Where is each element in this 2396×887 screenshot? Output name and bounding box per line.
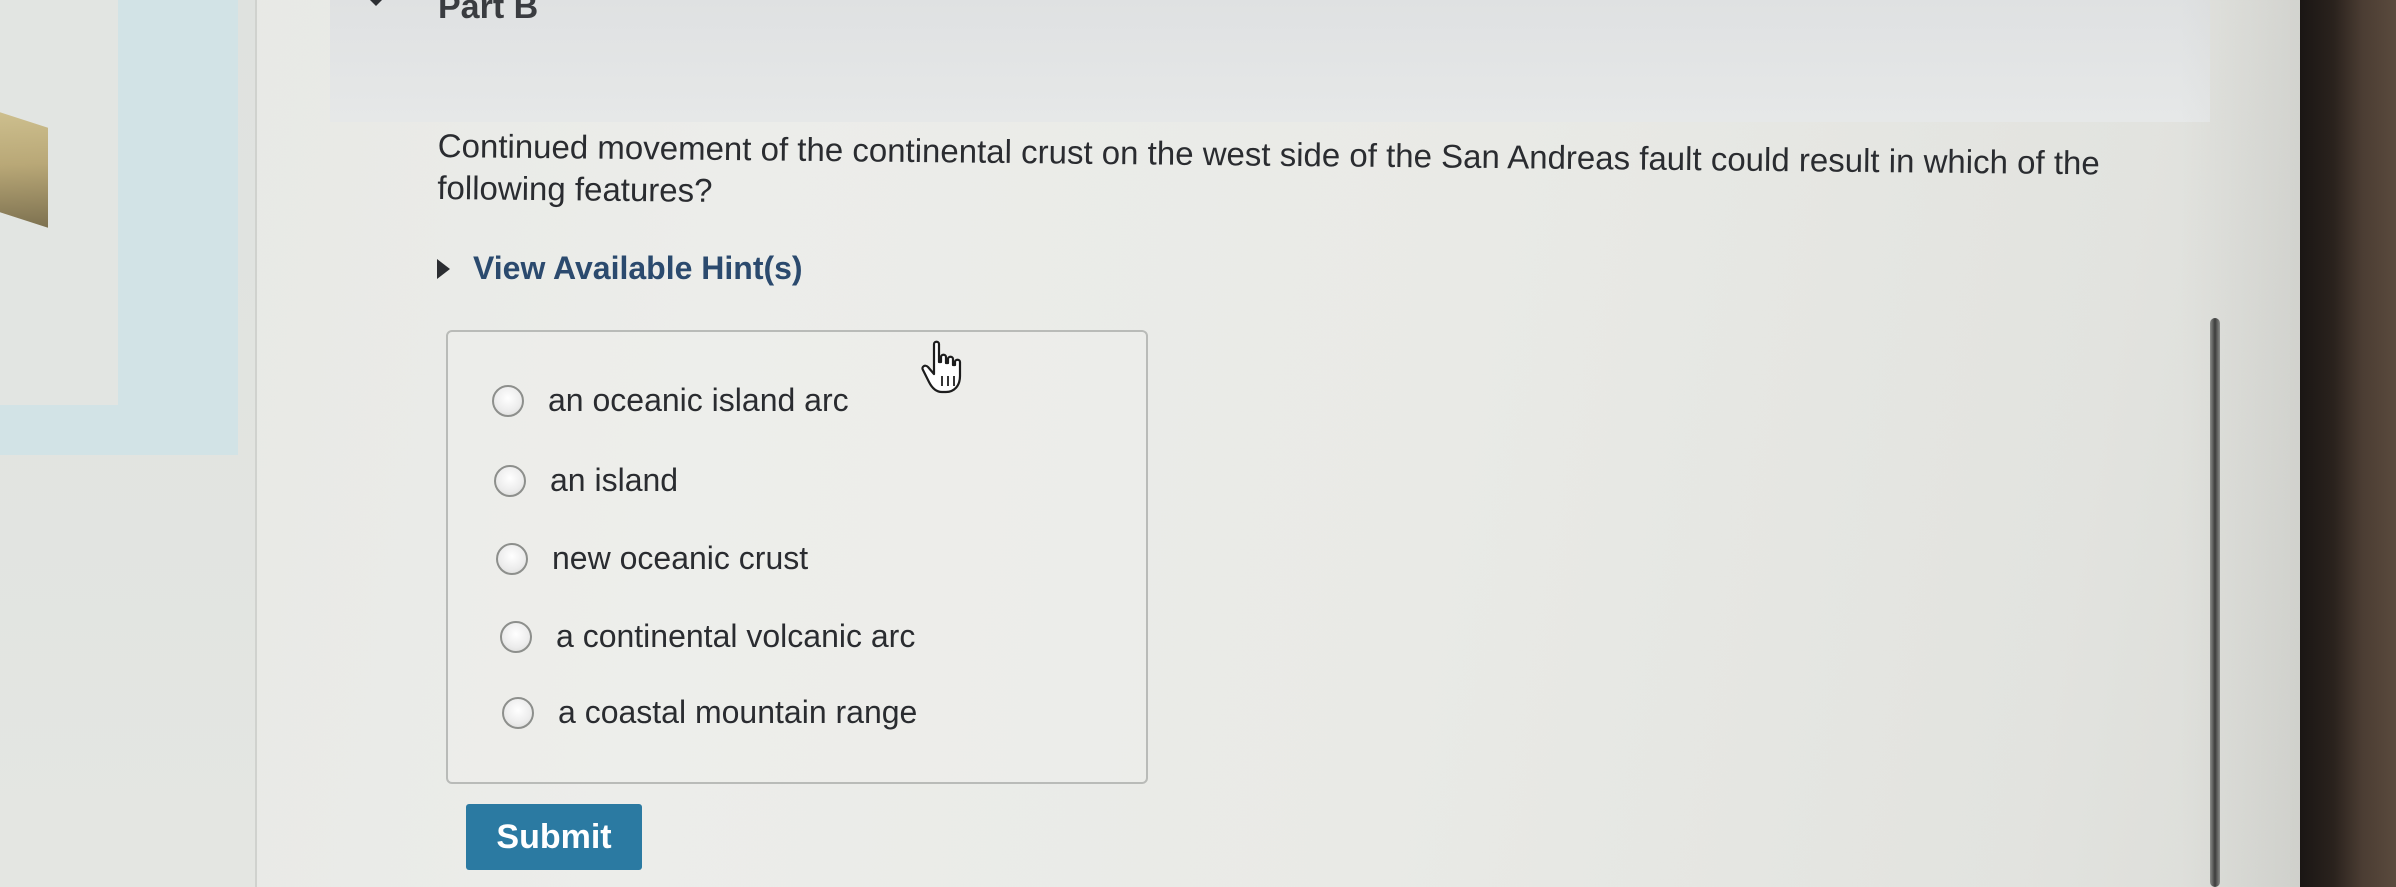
answer-options-box: an oceanic island arc an island new ocea… — [446, 330, 1148, 784]
option-a-continental-volcanic-arc[interactable]: a continental volcanic arc — [500, 618, 915, 655]
option-new-oceanic-crust[interactable]: new oceanic crust — [496, 540, 808, 577]
view-hints-toggle[interactable]: View Available Hint(s) — [437, 250, 803, 287]
hand-pointer-icon — [921, 340, 962, 394]
divider — [255, 0, 257, 887]
view-hints-label: View Available Hint(s) — [473, 250, 803, 286]
option-label: a coastal mountain range — [558, 694, 918, 730]
option-an-island[interactable]: an island — [494, 462, 678, 499]
radio-button[interactable] — [502, 696, 534, 729]
screen-bezel — [2300, 0, 2396, 887]
question-text: Continued movement of the continental cr… — [437, 126, 2100, 209]
option-a-coastal-mountain-range[interactable]: a coastal mountain range — [502, 694, 917, 731]
option-label: a continental volcanic arc — [556, 618, 916, 654]
scrollbar[interactable] — [2210, 318, 2220, 887]
option-label: new oceanic crust — [552, 540, 809, 576]
option-an-oceanic-island-arc[interactable]: an oceanic island arc — [492, 382, 849, 419]
radio-button[interactable] — [500, 620, 532, 653]
radio-button[interactable] — [492, 384, 524, 417]
part-header — [330, 0, 2210, 122]
radio-button[interactable] — [496, 542, 528, 575]
option-label: an island — [550, 462, 679, 498]
caret-right-icon — [437, 258, 450, 279]
left-panel — [0, 0, 255, 887]
part-title[interactable]: Part B — [438, 0, 538, 27]
radio-button[interactable] — [494, 464, 526, 497]
submit-button[interactable]: Submit — [466, 804, 642, 870]
option-label: an oceanic island arc — [548, 382, 849, 418]
caret-down-icon[interactable] — [358, 0, 394, 6]
decorative-image — [0, 112, 48, 228]
